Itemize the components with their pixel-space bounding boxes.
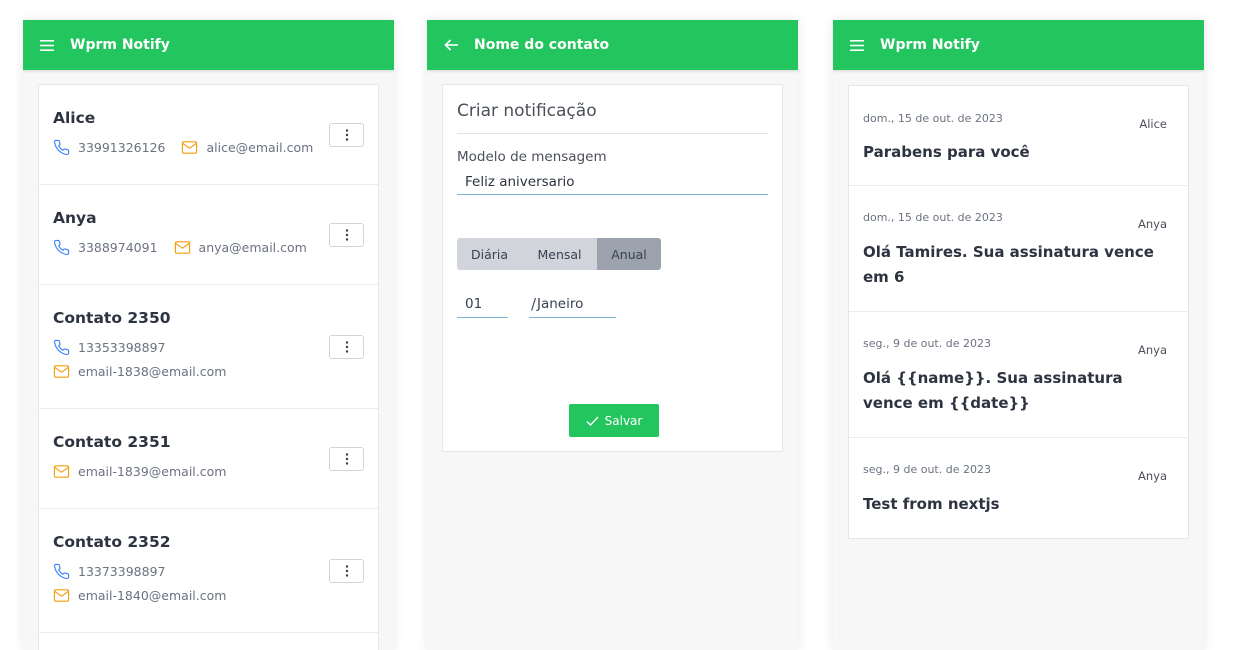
contact-email: alice@email.com — [206, 140, 314, 155]
contact-name: Contato 2352 — [53, 533, 171, 551]
template-input[interactable]: Feliz aniversario — [457, 171, 768, 195]
notification-item[interactable]: dom., 15 de out. de 2023 Anya Olá Tamire… — [849, 186, 1188, 312]
month-select[interactable]: Janeiro — [529, 293, 616, 318]
frequency-option-yearly[interactable]: Anual — [597, 238, 661, 270]
form-title: Criar notificação — [457, 101, 597, 121]
contact-row[interactable]: Contato 2352 13373398897 email-1840@emai… — [39, 509, 378, 633]
mail-icon — [53, 465, 70, 478]
menu-icon[interactable] — [849, 37, 865, 53]
phone-icon — [53, 339, 70, 356]
notification-contact: Alice — [1139, 117, 1167, 131]
save-label: Salvar — [604, 413, 643, 428]
contact-email-line: email-1839@email.com — [53, 463, 226, 480]
more-options-button[interactable] — [329, 335, 364, 359]
notification-message: Olá Tamires. Sua assinatura vence em 6 — [863, 243, 1154, 286]
mail-icon — [53, 365, 70, 378]
contact-phone: 13373398897 — [78, 564, 166, 579]
menu-icon[interactable] — [39, 37, 55, 53]
contact-row[interactable]: Alice 33991326126 alice@email.com — [39, 85, 378, 185]
frequency-selector: Diária Mensal Anual — [457, 238, 661, 270]
contact-email-line: email-1838@email.com — [53, 363, 226, 380]
create-notification-screen: Nome do contato Criar notificação Modelo… — [427, 20, 798, 650]
contact-email: email-1838@email.com — [78, 364, 227, 379]
more-options-button[interactable] — [329, 223, 364, 247]
more-vertical-icon — [345, 565, 348, 577]
more-vertical-icon — [345, 341, 348, 353]
contact-email: email-1839@email.com — [78, 464, 227, 479]
mail-icon — [182, 141, 198, 154]
contact-email: email-1840@email.com — [78, 588, 227, 603]
notification-contact: Anya — [1137, 469, 1167, 483]
contact-phone: 13353398897 — [78, 340, 166, 355]
notification-item[interactable]: dom., 15 de out. de 2023 Alice Parabens … — [849, 86, 1188, 186]
notification-date: dom., 15 de out. de 2023 — [863, 112, 1003, 125]
app-title: Wprm Notify — [880, 37, 980, 53]
notification-contact: Anya — [1137, 217, 1167, 231]
app-bar: Nome do contato — [427, 20, 798, 70]
contact-phone-line: 13353398897 — [53, 339, 165, 356]
contact-phone-line: 13373398897 — [53, 563, 165, 580]
arrow-left-icon[interactable] — [443, 37, 459, 53]
contact-list: Alice 33991326126 alice@email.com Anya 3… — [38, 84, 379, 650]
contact-row[interactable]: Contato 2351 email-1839@email.com — [39, 409, 378, 509]
contact-name: Anya — [53, 209, 97, 227]
notification-form: Criar notificação Modelo de mensagem Fel… — [442, 84, 783, 452]
more-options-button[interactable] — [329, 447, 364, 471]
mail-icon — [174, 241, 190, 254]
check-icon — [586, 416, 599, 426]
phone-icon — [53, 239, 70, 256]
save-button[interactable]: Salvar — [569, 404, 659, 437]
contact-row[interactable]: Anya 3388974091 anya@email.com — [39, 185, 378, 285]
contact-phone: 3388974091 — [78, 240, 158, 255]
notification-item[interactable]: seg., 9 de out. de 2023 Anya Olá {{name}… — [849, 312, 1188, 438]
more-vertical-icon — [345, 229, 348, 241]
notification-message: Test from nextjs — [863, 495, 1000, 513]
app-title: Nome do contato — [474, 37, 610, 53]
notification-list: dom., 15 de out. de 2023 Alice Parabens … — [848, 85, 1189, 539]
contacts-screen: Wprm Notify Alice 33991326126 alice@emai… — [23, 20, 394, 650]
notifications-screen: Wprm Notify dom., 15 de out. de 2023 Ali… — [833, 20, 1204, 650]
notification-message: Parabens para você — [863, 143, 1030, 161]
more-vertical-icon — [345, 453, 348, 465]
contact-email: anya@email.com — [198, 240, 307, 255]
contact-details: 33991326126 alice@email.com — [53, 139, 313, 156]
day-input[interactable]: 01 — [457, 293, 508, 318]
mail-icon — [53, 589, 70, 602]
frequency-option-daily[interactable]: Diária — [457, 238, 522, 270]
notification-date: seg., 9 de out. de 2023 — [863, 463, 991, 476]
divider — [457, 133, 768, 134]
notification-date: seg., 9 de out. de 2023 — [863, 337, 991, 350]
notification-contact: Anya — [1137, 343, 1167, 357]
app-bar: Wprm Notify — [23, 20, 394, 70]
contact-name: Contato 2350 — [53, 309, 171, 327]
phone-icon — [53, 139, 70, 156]
contact-phone: 33991326126 — [78, 140, 166, 155]
phone-icon — [53, 563, 70, 580]
notification-item[interactable]: seg., 9 de out. de 2023 Anya Test from n… — [849, 438, 1188, 538]
more-options-button[interactable] — [329, 123, 364, 147]
contact-name: Contato 2351 — [53, 433, 171, 451]
app-title: Wprm Notify — [70, 37, 170, 53]
notification-message: Olá {{name}}. Sua assinatura vence em {{… — [863, 369, 1123, 412]
frequency-option-monthly[interactable]: Mensal — [522, 238, 597, 270]
app-bar: Wprm Notify — [833, 20, 1204, 70]
contact-name: Alice — [53, 109, 96, 127]
more-vertical-icon — [345, 129, 348, 141]
contact-email-line: email-1840@email.com — [53, 587, 226, 604]
more-options-button[interactable] — [329, 559, 364, 583]
template-label: Modelo de mensagem — [457, 149, 607, 165]
contact-details: 3388974091 anya@email.com — [53, 239, 307, 256]
notification-date: dom., 15 de out. de 2023 — [863, 211, 1003, 224]
contact-row[interactable]: Contato 2350 13353398897 email-1838@emai… — [39, 285, 378, 409]
